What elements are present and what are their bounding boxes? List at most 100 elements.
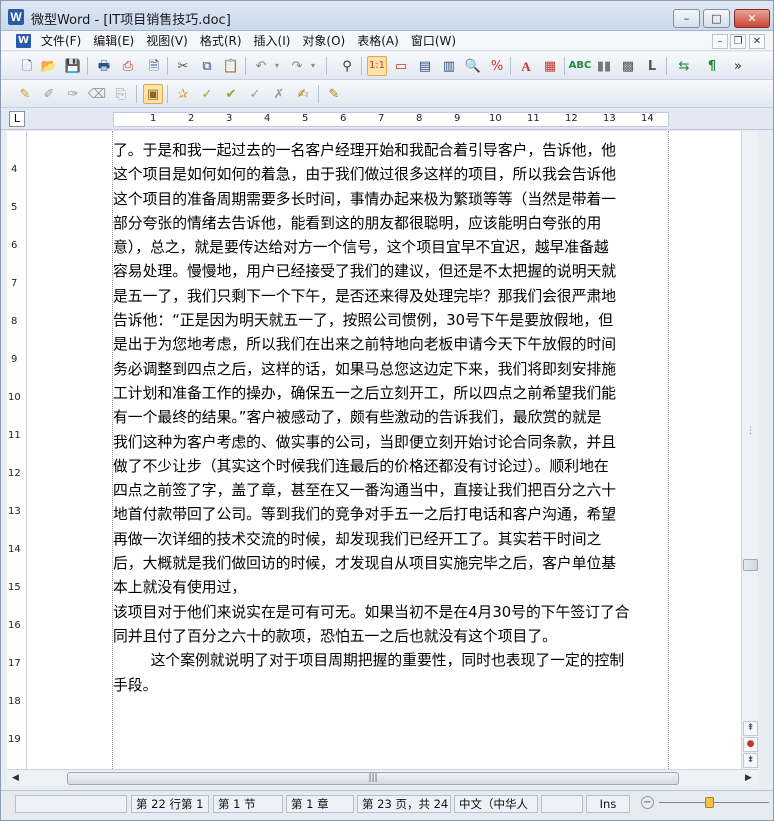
menu-object[interactable]: 对象(O)	[296, 33, 351, 49]
shading-icon[interactable]: ▩	[618, 56, 638, 76]
horizontal-scrollbar[interactable]: ◀ ||| ▶	[7, 769, 758, 786]
paragraph-mark-icon[interactable]: ¶	[702, 56, 722, 76]
redo-dropdown-icon[interactable]: ▾	[303, 56, 323, 76]
format-paint-icon[interactable]: ▦	[540, 56, 560, 76]
check-4-icon[interactable]: ✗	[269, 84, 289, 104]
text-line[interactable]: 该项目对于他们来说实在是可有可无。如果当初不是在4月30号的下午签订了合	[113, 601, 669, 625]
text-line[interactable]: 是五一了，我们只剩下一个下午，是否还来得及处理完毕？那我们会很严肃地	[113, 285, 669, 309]
notes-icon[interactable]: ✍	[293, 84, 313, 104]
delete-pen-icon[interactable]: ✑	[63, 84, 83, 104]
doc-minimize-button[interactable]: –	[712, 34, 728, 49]
menu-table[interactable]: 表格(A)	[351, 33, 405, 49]
status-language: 中文（中华人	[454, 795, 538, 813]
scroll-left-icon[interactable]: ◀	[9, 772, 22, 785]
highlight-icon[interactable]: ✎	[15, 84, 35, 104]
text-line[interactable]: 这个项目是如何如何的着急，由于我们做过很多这样的项目，所以我会告诉他	[113, 163, 669, 187]
comment-star-icon[interactable]: ✰	[173, 84, 193, 104]
text-line[interactable]: 同并且付了百分之六十的款项，恐怕五一之后也就没有这个项目了。	[113, 625, 669, 649]
vertical-scrollbar[interactable]: ⋮ ⇞ ● ⇟	[741, 131, 758, 769]
text-line[interactable]: 部分夸张的情绪去告诉他，能看到这的朋友都很聪明，应该能明白夸张的用	[113, 212, 669, 236]
menu-view[interactable]: 视图(V)	[140, 33, 194, 49]
pdf-export-icon[interactable]: ⎙	[118, 56, 138, 76]
page-layout-icon[interactable]: 1:1	[367, 56, 387, 76]
save-icon[interactable]: 💾	[63, 56, 83, 76]
document-menu-icon[interactable]: W	[16, 34, 31, 48]
print-icon[interactable]: 🖶	[94, 56, 114, 76]
text-line[interactable]: 地首付款带回了公司。等到我们的竞争对手五一之后打电话和客户沟通，希望	[113, 503, 669, 527]
horizontal-scroll-thumb[interactable]: |||	[67, 772, 679, 785]
print-preview-icon[interactable]: 🗎	[144, 56, 164, 76]
zoom-slider-track[interactable]	[659, 802, 769, 803]
text-line[interactable]: 手段。	[113, 674, 669, 698]
check-3-icon[interactable]: ✓	[245, 84, 265, 104]
scroll-right-icon[interactable]: ▶	[742, 772, 755, 785]
edit-pen-icon[interactable]: ✐	[39, 84, 59, 104]
menu-insert[interactable]: 插入(I)	[248, 33, 297, 49]
tab-selector-button[interactable]: L	[9, 111, 25, 127]
open-folder-icon[interactable]: 📂	[39, 56, 59, 76]
menu-format[interactable]: 格式(R)	[194, 33, 248, 49]
doc-close-button[interactable]: ✕	[749, 34, 765, 49]
text-line[interactable]: 这个项目的准备周期需要多长时间，事情办起来极为繁琐等等（当然是带着一	[113, 188, 669, 212]
text-line[interactable]: 做了不少让步（其实这个时候我们连最后的价格还都没有讨论过）。顺利地在	[113, 455, 669, 479]
check-2-icon[interactable]: ✔	[221, 84, 241, 104]
minimize-button[interactable]: –	[673, 9, 700, 28]
find-icon[interactable]: ⚲	[337, 56, 357, 76]
text-line[interactable]: 了。于是和我一起过去的一名客户经理开始和我配合着引导客户，告诉他，他	[113, 139, 669, 163]
text-line[interactable]: 意），总之，就是要传达给对方一个信号，这个项目宜早不宜迟，越早准备越	[113, 236, 669, 260]
text-line[interactable]: 本上就没有使用过，	[113, 576, 669, 600]
replace-icon[interactable]: ⇆	[674, 56, 694, 76]
cut-icon[interactable]: ✂	[173, 56, 193, 76]
text-line[interactable]: 是出于为您地考虑，所以我们在出来之前特地向老板申请今天下午放假的时间	[113, 333, 669, 357]
view-mode-2-icon[interactable]: ▤	[415, 56, 435, 76]
check-1-icon[interactable]: ✓	[197, 84, 217, 104]
zoom-slider-knob[interactable]	[705, 797, 714, 808]
document-body[interactable]: 了。于是和我一起过去的一名客户经理开始和我配合着引导客户，告诉他，他 这个项目是…	[113, 139, 669, 698]
previous-page-button[interactable]: ⇞	[743, 721, 758, 736]
track-changes-icon[interactable]: ✎	[324, 84, 344, 104]
columns-icon[interactable]: ▮▮	[594, 56, 614, 76]
menu-window[interactable]: 窗口(W)	[405, 33, 462, 49]
special-char-icon[interactable]: %	[487, 56, 507, 76]
view-mode-1-icon[interactable]: ▭	[391, 56, 411, 76]
text-line[interactable]: 有一个最终的结果。”客户被感动了，颇有些激动的告诉我们，最欣赏的就是	[113, 406, 669, 430]
zoom-out-icon[interactable]: −	[641, 796, 654, 809]
text-line[interactable]: 再做一次详细的技术交流的时候，却发现我们已经开工了。其实若干时间之	[113, 528, 669, 552]
object-select-icon[interactable]: ▣	[143, 84, 163, 104]
text-line[interactable]: 告诉他：“正是因为明天就五一了，按照公司惯例，30号下午是要放假地，但	[113, 309, 669, 333]
vertical-scroll-thumb[interactable]	[743, 559, 758, 571]
zoom-icon[interactable]: 🔍	[463, 56, 483, 76]
doc-restore-button[interactable]: ❐	[730, 34, 746, 49]
text-line[interactable]: 工计划和准备工作的操办，确保五一之后立刻开工，所以四点之前希望我们能	[113, 382, 669, 406]
status-insert-mode[interactable]: Ins	[586, 795, 630, 813]
text-line[interactable]: 我们这种为客户考虑的、做实事的公司，当即便立刻开始讨论合同条款，并且	[113, 431, 669, 455]
spellcheck-icon[interactable]: ABC	[569, 56, 592, 76]
word-app-icon[interactable]: W	[8, 9, 24, 25]
toolbar-separator	[245, 57, 246, 75]
next-page-button[interactable]: ⇟	[743, 753, 758, 768]
text-line[interactable]: 后，大概就是我们做回访的时候，才发现自从项目实施完毕之后，客户单位基	[113, 552, 669, 576]
text-line[interactable]: 务必调整到四点之后，这样的话，如果马总您这边定下来，我们将即刻安排施	[113, 358, 669, 382]
copy-icon[interactable]: ⧉	[197, 56, 217, 76]
text-line[interactable]: 四点之前签了字，盖了章，甚至在又一番沟通当中，直接让我们把百分之六十	[113, 479, 669, 503]
border-style-icon[interactable]: L	[642, 56, 662, 76]
font-icon[interactable]: A	[516, 56, 536, 76]
approve-icon[interactable]: ⎘	[111, 84, 131, 104]
new-document-icon[interactable]: 🗋	[17, 56, 37, 76]
vertical-ruler[interactable]: 4 5 6 7 8 9 10 11 12 13 14 15 16 17 18 1…	[7, 131, 27, 769]
eraser-icon[interactable]: ⌫	[87, 84, 107, 104]
menu-edit[interactable]: 编辑(E)	[87, 33, 140, 49]
window-title: 微型Word - [IT项目销售技巧.doc]	[31, 13, 231, 28]
view-mode-3-icon[interactable]: ▥	[439, 56, 459, 76]
close-button[interactable]: ✕	[734, 9, 770, 28]
paste-icon[interactable]: 📋	[221, 56, 241, 76]
more-tools-icon[interactable]: »	[728, 56, 748, 76]
ruler-number: 14	[641, 113, 654, 124]
undo-dropdown-icon[interactable]: ▾	[267, 56, 287, 76]
browse-object-button[interactable]: ●	[743, 737, 758, 752]
horizontal-ruler[interactable]: 1 2 3 4 5 6 7 8 9 10 11 12 13 14	[113, 112, 669, 127]
menu-file[interactable]: 文件(F)	[35, 33, 87, 49]
maximize-button[interactable]: □	[703, 9, 730, 28]
text-line[interactable]: 容易处理。慢慢地，用户已经接受了我们的建议，但还是不太把握的说明天就	[113, 260, 669, 284]
text-line[interactable]: 这个案例就说明了对于项目周期把握的重要性，同时也表现了一定的控制	[113, 649, 669, 673]
